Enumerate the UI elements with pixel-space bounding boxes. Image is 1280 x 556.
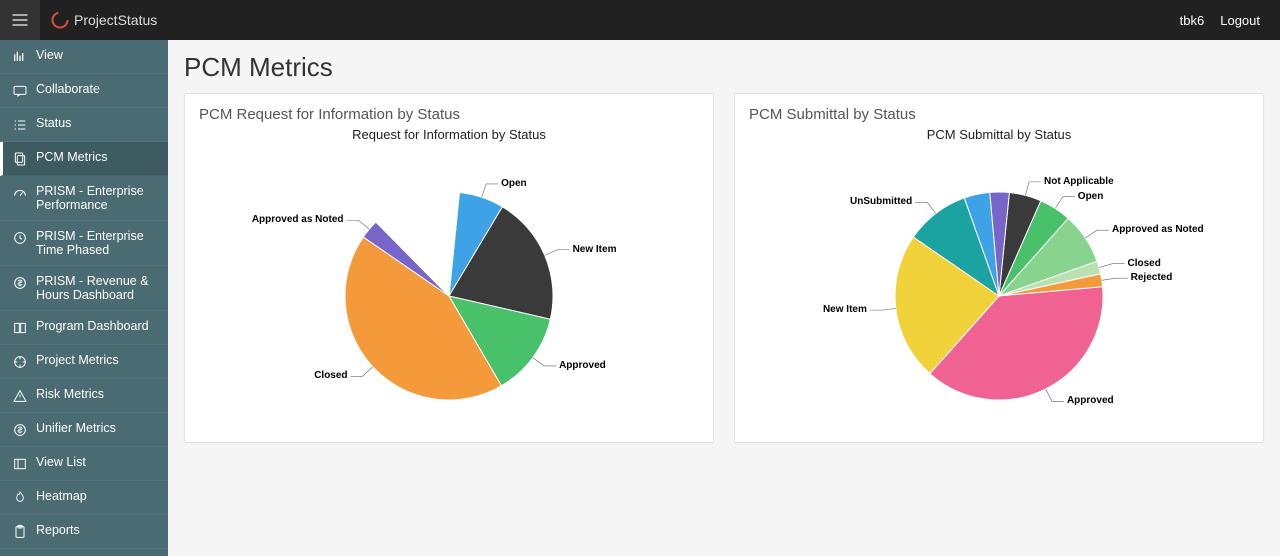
card-title: PCM Submittal by Status <box>749 106 1249 123</box>
topbar: ProjectStatus tbk6 Logout <box>0 0 1280 40</box>
sidebar-item-reports[interactable]: Reports <box>0 515 168 549</box>
chart-title: PCM Submittal by Status <box>749 127 1249 142</box>
pie-svg <box>749 146 1249 426</box>
page-title: PCM Metrics <box>184 52 1264 83</box>
sidebar-item-prism-revenue-hours-dashboard[interactable]: PRISM - Revenue & Hours Dashboard <box>0 266 168 311</box>
sidebar-item-label: Collaborate <box>36 82 100 96</box>
card-submittal-by-status: PCM Submittal by Status PCM Submittal by… <box>734 93 1264 443</box>
sidebar-item-label: Unifier Metrics <box>36 421 116 435</box>
main-content: PCM Metrics PCM Request for Information … <box>168 40 1280 556</box>
warning-icon <box>12 388 28 404</box>
user-label[interactable]: tbk6 <box>1180 13 1205 28</box>
sidebar-item-label: Reports <box>36 523 80 537</box>
sidebar-item-label: PRISM - Revenue & Hours Dashboard <box>36 274 156 302</box>
pie-svg <box>199 146 699 426</box>
pie-label: New Item <box>823 304 867 315</box>
clipboard-icon <box>12 524 28 540</box>
sidebar-item-label: Heatmap <box>36 489 87 503</box>
clock-icon <box>12 230 28 246</box>
sidebar-item-label: PCM Metrics <box>36 150 108 164</box>
pie-label: Not Applicable <box>1044 176 1114 187</box>
card-rfi-by-status: PCM Request for Information by Status Re… <box>184 93 714 443</box>
sidebar-item-view-list[interactable]: View List <box>0 447 168 481</box>
book-icon <box>12 320 28 336</box>
chart-title: Request for Information by Status <box>199 127 699 142</box>
sidebar-item-pcm-metrics[interactable]: PCM Metrics <box>0 142 168 176</box>
pie-label: Approved as Noted <box>252 214 344 225</box>
sidebar-item-label: PRISM - Enterprise Time Phased <box>36 229 156 257</box>
pie-label: Approved as Noted <box>1112 224 1204 235</box>
sidebar-item-status[interactable]: Status <box>0 108 168 142</box>
pie-label: Rejected <box>1131 272 1173 283</box>
sidebar-item-label: Risk Metrics <box>36 387 104 401</box>
pie-chart-rfi: Open New Item Approved Closed Approved as No… <box>199 146 699 426</box>
dollar-icon <box>12 422 28 438</box>
pie-label: Closed <box>1128 258 1161 269</box>
brand-logo-icon <box>50 10 70 30</box>
pie-label: New Item <box>573 244 617 255</box>
menu-toggle-button[interactable] <box>0 0 40 40</box>
dollar-icon <box>12 275 28 291</box>
sidebar-item-label: Status <box>36 116 71 130</box>
pie-label: Open <box>1078 191 1104 202</box>
pie-label: UnSubmitted <box>850 196 912 207</box>
pie-chart-submittal: Not Applicable Open Approved as Noted Close… <box>749 146 1249 426</box>
bars-icon <box>12 49 28 65</box>
gauge-icon <box>12 185 28 201</box>
sidebar-item-prism-enterprise-performance[interactable]: PRISM - Enterprise Performance <box>0 176 168 221</box>
sidebar-item-view[interactable]: View <box>0 40 168 74</box>
pie-label: Approved <box>559 360 606 371</box>
fire-icon <box>12 490 28 506</box>
target-icon <box>12 354 28 370</box>
sidebar-item-project-metrics[interactable]: Project Metrics <box>0 345 168 379</box>
sidebar-item-heatmap[interactable]: Heatmap <box>0 481 168 515</box>
sidebar-item-unifier-metrics[interactable]: Unifier Metrics <box>0 413 168 447</box>
list-icon <box>12 117 28 133</box>
sidebar-item-risk-metrics[interactable]: Risk Metrics <box>0 379 168 413</box>
brand: ProjectStatus <box>40 10 167 30</box>
brand-label: ProjectStatus <box>74 12 157 28</box>
pie-label: Closed <box>314 370 347 381</box>
sidebar-item-label: Program Dashboard <box>36 319 149 333</box>
sidebar-item-label: Project Metrics <box>36 353 119 367</box>
logout-link[interactable]: Logout <box>1220 13 1260 28</box>
sidebar-item-label: View <box>36 48 63 62</box>
copy-icon <box>12 151 28 167</box>
sidebar-item-program-dashboard[interactable]: Program Dashboard <box>0 311 168 345</box>
pie-label: Open <box>501 178 527 189</box>
panel-icon <box>12 456 28 472</box>
pie-label: Approved <box>1067 395 1114 406</box>
sidebar-item-label: View List <box>36 455 86 469</box>
sidebar-item-prism-enterprise-time-phased[interactable]: PRISM - Enterprise Time Phased <box>0 221 168 266</box>
card-title: PCM Request for Information by Status <box>199 106 699 123</box>
menu-icon <box>10 10 30 30</box>
sidebar-item-label: PRISM - Enterprise Performance <box>36 184 156 212</box>
sidebar: View Collaborate Status PCM Metrics PRISM - … <box>0 40 168 556</box>
chat-icon <box>12 83 28 99</box>
sidebar-item-collaborate[interactable]: Collaborate <box>0 74 168 108</box>
